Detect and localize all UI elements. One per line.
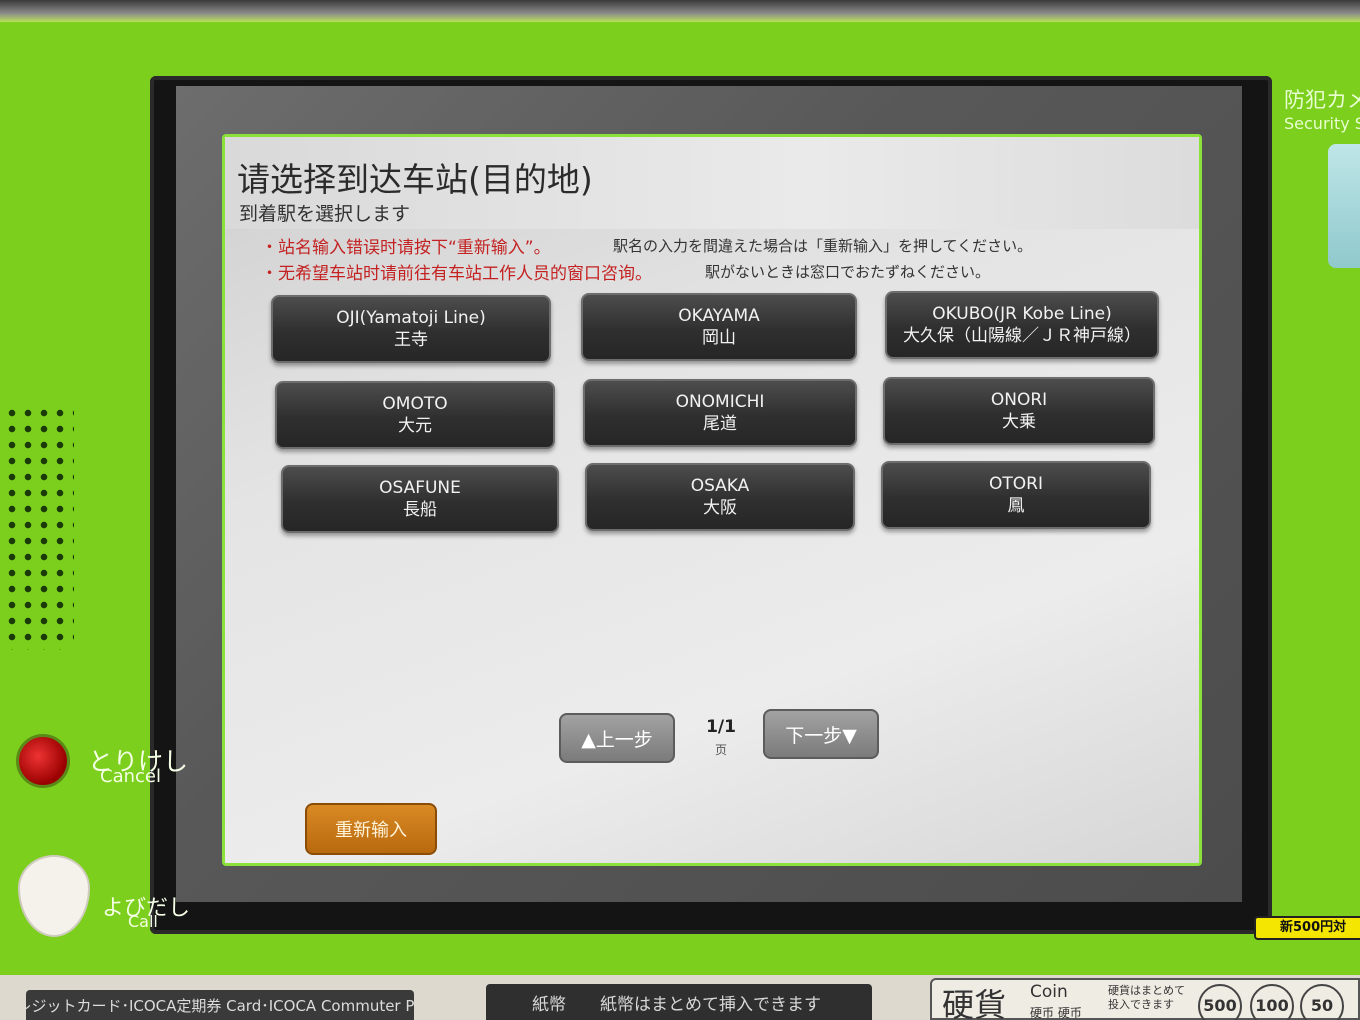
page-indicator: 1/1	[706, 717, 736, 737]
station-name-jp: 大阪	[703, 498, 737, 518]
station-name-jp: 尾道	[703, 414, 737, 434]
page-title: 请选择到达车站(目的地)	[237, 160, 593, 199]
coin-label-en: Coin	[1030, 982, 1068, 1002]
cancel-label-en: Cancel	[100, 766, 161, 787]
station-name-en: OKAYAMA	[678, 306, 760, 326]
station-button-onori[interactable]: ONORI 大乗	[883, 377, 1155, 445]
cancel-button[interactable]	[16, 734, 70, 788]
notice-ja: 駅がないときは窓口でおたずねください。	[705, 263, 991, 281]
station-button-omoto[interactable]: OMOTO 大元	[275, 381, 555, 449]
security-system-label: Security Sy	[1284, 114, 1360, 133]
station-button-okubo[interactable]: OKUBO(JR Kobe Line) 大久保（山陽線／ＪＲ神戸線）	[885, 291, 1159, 359]
station-name-jp: 大元	[398, 416, 432, 436]
station-button-osaka[interactable]: OSAKA 大阪	[585, 463, 855, 531]
call-label-en: Call	[128, 912, 158, 931]
speaker-grille	[4, 405, 74, 650]
page-unit: 页	[714, 743, 727, 757]
station-name-en: OSAKA	[690, 476, 750, 496]
call-button[interactable]	[18, 855, 90, 937]
station-name-en: OTORI	[989, 474, 1043, 494]
reinput-button[interactable]: 重新输入	[305, 803, 437, 855]
station-name-en: OMOTO	[382, 394, 448, 414]
station-name-jp: 鳳	[1007, 496, 1025, 516]
coin-50-icon: 50	[1300, 984, 1344, 1020]
screen-header: 请选择到达车站(目的地) 到着駅を選択します	[225, 137, 1199, 229]
station-button-otori[interactable]: OTORI 鳳	[881, 461, 1151, 529]
coin-500-icon: 500	[1198, 984, 1242, 1020]
station-name-jp: 長船	[403, 500, 437, 520]
coin-note: 硬貨はまとめて 投入できます	[1108, 984, 1185, 1011]
next-page-button[interactable]: 下一步▼	[763, 709, 879, 759]
security-camera-label: 防犯カメ	[1284, 88, 1360, 112]
station-name-jp: 大乗	[1002, 412, 1036, 432]
station-name-en: ONORI	[990, 390, 1048, 410]
station-button-onomichi[interactable]: ONOMICHI 尾道	[583, 379, 857, 447]
coin-label-zh: 硬币 硬币	[1030, 1006, 1082, 1020]
card-slot[interactable]: クレジットカード･ICOCA定期券 Card･ICOCA Commuter Pa…	[26, 990, 414, 1020]
coin-label-kanji: 硬貨	[942, 986, 1007, 1020]
station-button-osafune[interactable]: OSAFUNE 長船	[281, 465, 559, 533]
station-name-en: OSAFUNE	[379, 478, 461, 498]
prev-page-button[interactable]: ▲上一步	[559, 713, 675, 763]
notice-wrong-input: ・站名输入错误时请按下“重新输入”。 駅名の入力を間違えた場合は「重新输入」を押…	[261, 233, 1032, 258]
page-subtitle: 到着駅を選択します	[239, 203, 411, 225]
station-name-en: ONOMICHI	[675, 392, 765, 412]
security-sticker	[1328, 144, 1360, 268]
station-button-okayama[interactable]: OKAYAMA 岡山	[581, 293, 857, 361]
station-name-jp: 大久保（山陽線／ＪＲ神戸線）	[903, 326, 1141, 346]
notice-no-station: ・无希望车站时请前往有车站工作人员的窗口咨询。 駅がないときは窓口でおたずねくだ…	[261, 259, 990, 284]
bill-slot[interactable]: 紙幣 紙幣はまとめて挿入できます	[486, 984, 872, 1020]
station-name-en: OKUBO(JR Kobe Line)	[932, 304, 1112, 324]
coin-100-icon: 100	[1250, 984, 1294, 1020]
touch-screen: 请选择到达车站(目的地) 到着駅を選択します ・站名输入错误时请按下“重新输入”…	[222, 134, 1202, 866]
station-name-en: OJI(Yamatoji Line)	[336, 308, 486, 328]
station-name-jp: 岡山	[702, 328, 736, 348]
notice-ja: 駅名の入力を間違えた場合は「重新输入」を押してください。	[613, 237, 1033, 255]
station-button-oji[interactable]: OJI(Yamatoji Line) 王寺	[271, 295, 551, 363]
notice-zh: ・站名输入错误时请按下“重新输入”。	[261, 238, 551, 258]
station-name-jp: 王寺	[394, 330, 428, 350]
new-500-yen-badge: 新500円対	[1254, 916, 1360, 940]
machine-top-edge	[0, 0, 1360, 22]
notice-zh: ・无希望车站时请前往有车站工作人员的窗口咨询。	[261, 264, 652, 284]
